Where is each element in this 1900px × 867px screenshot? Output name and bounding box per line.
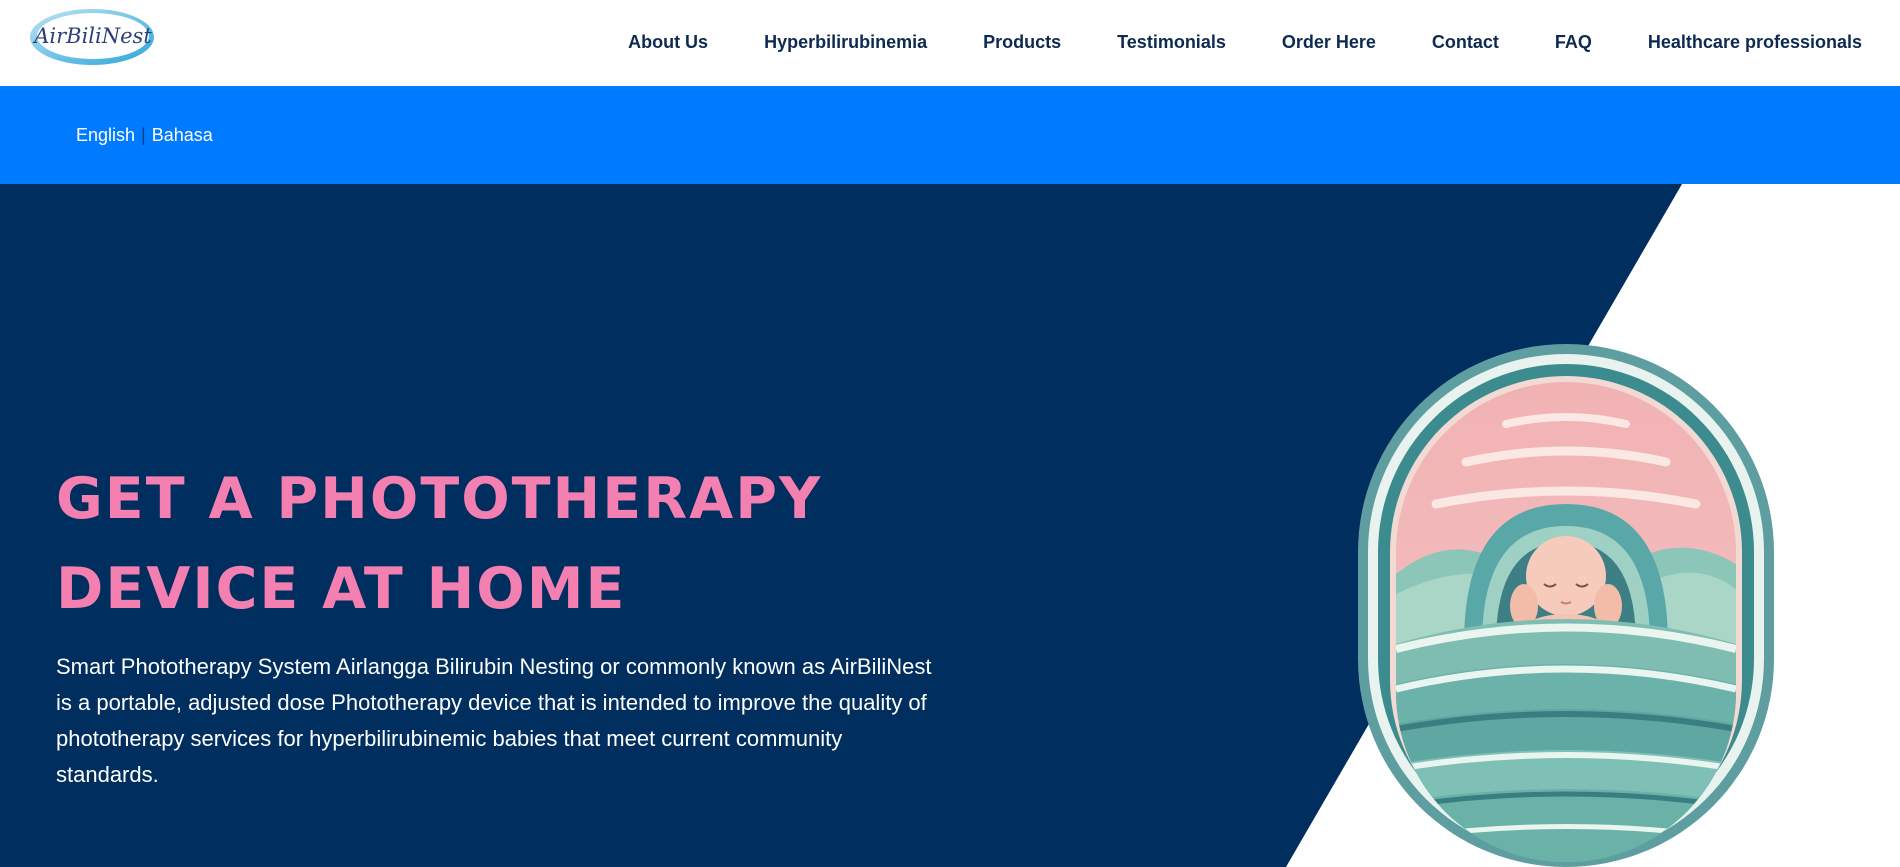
brand-logo[interactable]: AirBiliNest [27, 7, 158, 67]
nav-healthcare-professionals[interactable]: Healthcare professionals [1620, 32, 1862, 53]
nav-testimonials[interactable]: Testimonials [1089, 32, 1254, 53]
airbilinest-logo-icon: AirBiliNest [30, 9, 154, 65]
language-bar: English | Bahasa [0, 86, 1900, 184]
svg-text:AirBiliNest: AirBiliNest [32, 24, 152, 48]
nav-order-here[interactable]: Order Here [1254, 32, 1404, 53]
baby-in-nest-illustration-icon [1358, 344, 1774, 867]
language-separator: | [141, 124, 146, 145]
language-english-link[interactable]: English [76, 125, 135, 146]
main-nav: About Us Hyperbilirubinemia Products Tes… [600, 0, 1862, 84]
language-switcher: English | Bahasa [76, 86, 213, 184]
hero-section: GET A PHOTOTHERAPY DEVICE AT HOME Smart … [0, 184, 1900, 867]
language-bahasa-link[interactable]: Bahasa [152, 125, 213, 146]
hero-headline: GET A PHOTOTHERAPY DEVICE AT HOME [56, 454, 822, 634]
nav-products[interactable]: Products [955, 32, 1089, 53]
nav-faq[interactable]: FAQ [1527, 32, 1620, 53]
nav-hyperbilirubinemia[interactable]: Hyperbilirubinemia [736, 32, 955, 53]
nav-contact[interactable]: Contact [1404, 32, 1527, 53]
hero-headline-line2: DEVICE AT HOME [56, 556, 627, 622]
hero-headline-line1: GET A PHOTOTHERAPY [56, 466, 823, 532]
nav-about-us[interactable]: About Us [600, 32, 736, 53]
hero-description: Smart Phototherapy System Airlangga Bili… [56, 654, 932, 787]
site-header: AirBiliNest About Us Hyperbilirubinemia … [0, 0, 1900, 86]
